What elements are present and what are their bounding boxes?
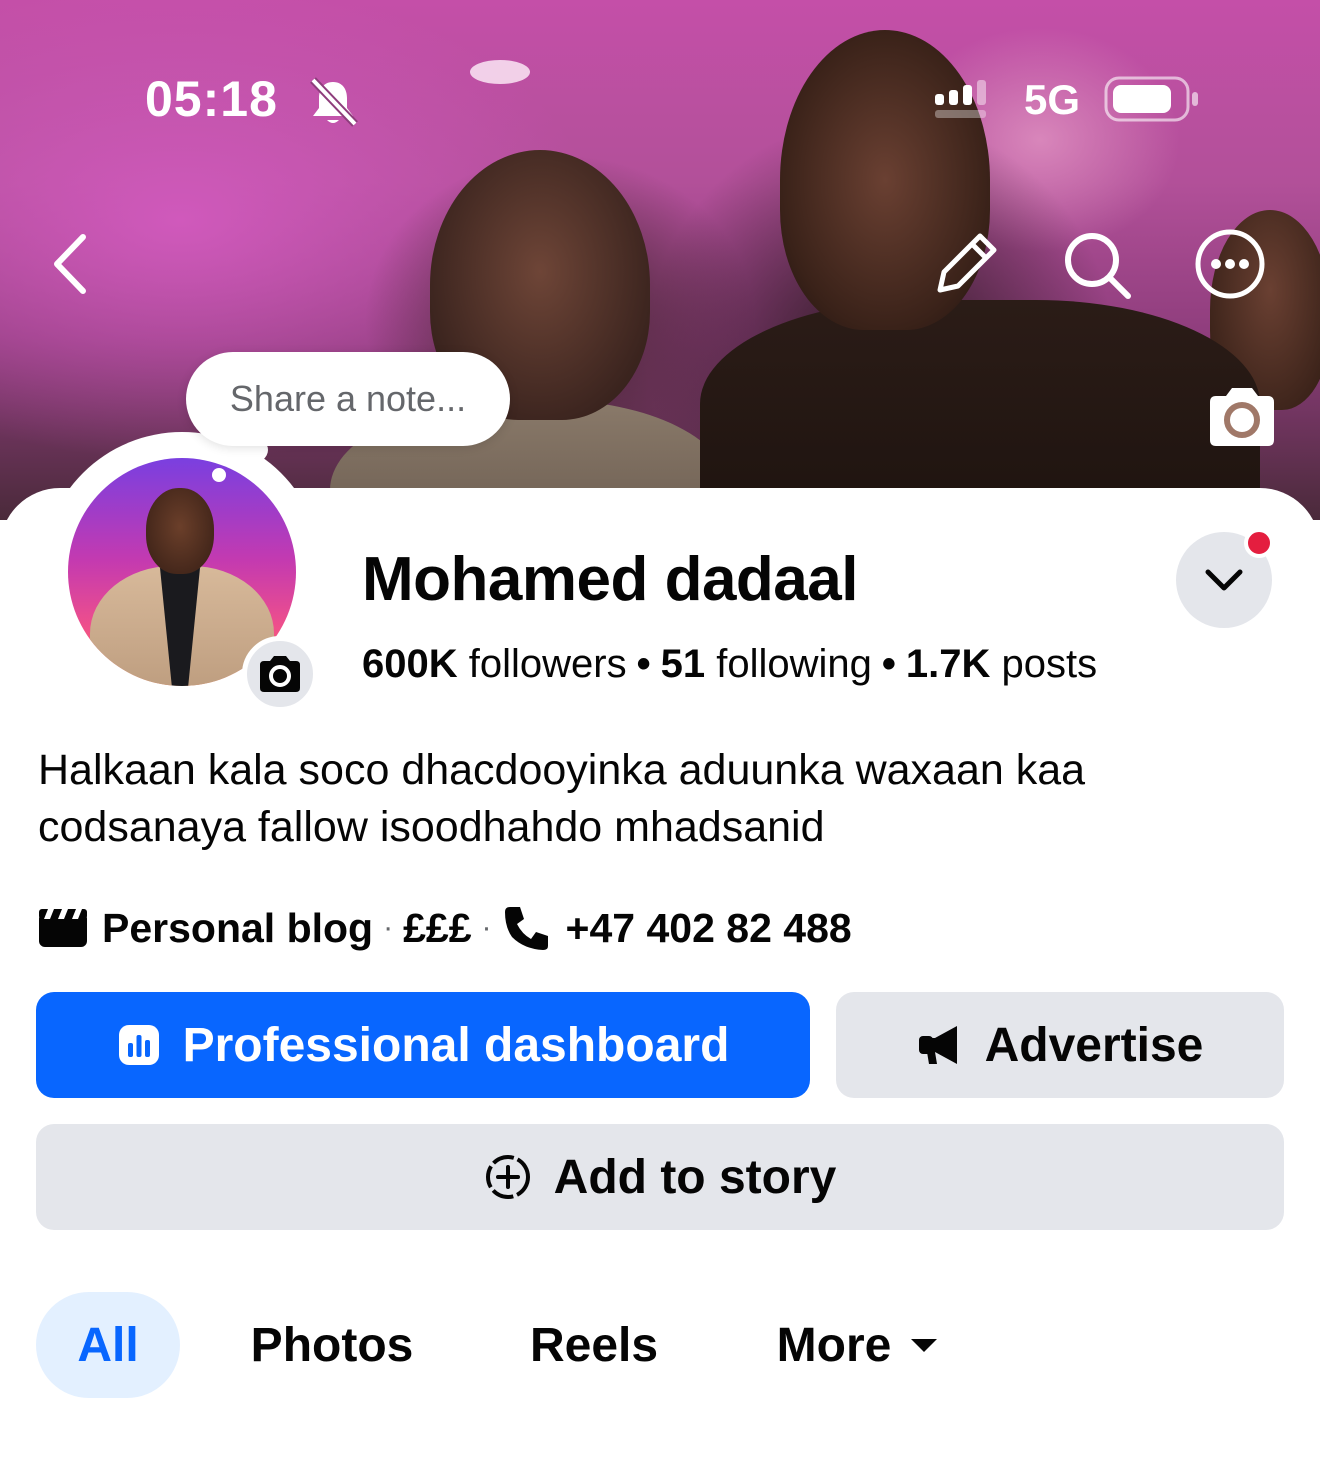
following-label: following bbox=[716, 642, 872, 686]
camera-icon[interactable] bbox=[1204, 384, 1280, 450]
followers-count: 600K bbox=[362, 642, 458, 686]
bell-muted-icon bbox=[310, 77, 358, 127]
camera-icon bbox=[260, 656, 300, 692]
note-bubble-tail bbox=[212, 468, 226, 482]
dashboard-label: Professional dashboard bbox=[182, 1018, 730, 1072]
battery-icon bbox=[1104, 76, 1198, 122]
edit-cover-button[interactable] bbox=[926, 224, 1006, 304]
profile-phone[interactable]: +47 402 82 488 bbox=[566, 905, 852, 952]
back-button[interactable] bbox=[30, 224, 110, 304]
network-type: 5G bbox=[1024, 76, 1081, 123]
followers-label: followers bbox=[468, 642, 627, 686]
change-avatar-button[interactable] bbox=[242, 636, 318, 712]
cover-person bbox=[700, 300, 1260, 520]
signal-icon bbox=[935, 80, 986, 118]
following-stat[interactable]: 51 following bbox=[661, 642, 872, 686]
clapperboard-icon bbox=[38, 907, 88, 949]
profile-bio: Halkaan kala soco dhacdooyinka aduunka w… bbox=[38, 746, 1086, 851]
share-note-placeholder: Share a note... bbox=[229, 378, 467, 419]
dashboard-chart-icon bbox=[117, 1023, 161, 1067]
tab-label: More bbox=[776, 1318, 892, 1372]
tab-label: All bbox=[77, 1318, 139, 1372]
add-to-story-button[interactable]: Add to story bbox=[36, 1124, 1284, 1230]
details-separator: · bbox=[383, 911, 394, 944]
chevron-down-icon bbox=[1205, 569, 1243, 591]
status-time: 05:18 bbox=[145, 71, 278, 127]
profile-details: Personal blog · £££ · +47 402 82 488 bbox=[38, 898, 852, 958]
add-circle-icon bbox=[484, 1153, 532, 1201]
tab-reels[interactable]: Reels bbox=[524, 1292, 664, 1398]
posts-label: posts bbox=[1001, 642, 1098, 686]
tab-photos[interactable]: Photos bbox=[242, 1292, 422, 1398]
profile-name: Mohamed dadaal bbox=[362, 545, 859, 614]
share-note-bubble[interactable]: Share a note... bbox=[186, 352, 510, 446]
megaphone-icon bbox=[917, 1024, 963, 1066]
chevron-left-icon bbox=[54, 234, 86, 294]
details-separator: · bbox=[481, 911, 492, 944]
add-to-story-label: Add to story bbox=[553, 1150, 837, 1204]
search-button[interactable] bbox=[1056, 224, 1136, 304]
professional-dashboard-button[interactable]: Professional dashboard bbox=[36, 992, 810, 1098]
profile-category[interactable]: Personal blog bbox=[102, 905, 373, 952]
caret-down-icon bbox=[911, 1339, 938, 1352]
advertise-label: Advertise bbox=[984, 1018, 1204, 1072]
posts-count: 1.7K bbox=[905, 642, 991, 686]
tab-label: Photos bbox=[250, 1318, 414, 1372]
stats-separator: • bbox=[636, 642, 651, 686]
status-bar: 05:18 5G bbox=[0, 60, 1320, 140]
stats-separator: • bbox=[881, 642, 896, 686]
price-range: £££ bbox=[403, 904, 472, 951]
more-options-button[interactable] bbox=[1190, 224, 1270, 304]
profile-stats: 600K followers • 51 following • 1.7K posts bbox=[362, 642, 1097, 687]
posts-stat[interactable]: 1.7K posts bbox=[906, 642, 1097, 686]
notification-dot bbox=[1244, 528, 1274, 558]
avatar-figure bbox=[146, 488, 214, 574]
tab-label: Reels bbox=[529, 1318, 659, 1372]
more-horizontal-icon bbox=[1195, 229, 1265, 299]
pencil-icon bbox=[937, 233, 997, 293]
search-icon bbox=[1065, 233, 1131, 299]
tab-more[interactable]: More bbox=[764, 1292, 954, 1398]
tab-all[interactable]: All bbox=[36, 1292, 180, 1398]
phone-icon bbox=[502, 903, 552, 953]
followers-stat[interactable]: 600K followers bbox=[362, 642, 627, 686]
advertise-button[interactable]: Advertise bbox=[836, 992, 1284, 1098]
following-count: 51 bbox=[660, 642, 706, 686]
